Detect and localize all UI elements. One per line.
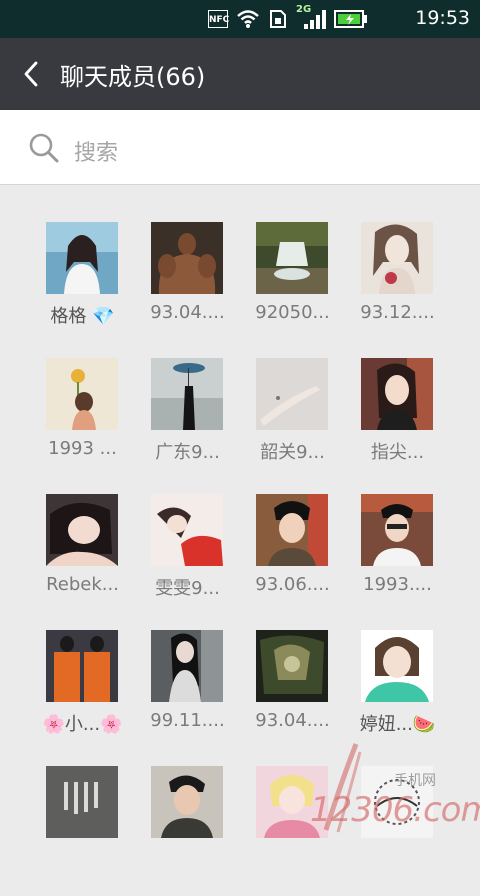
member-item[interactable]: 93.06.... bbox=[240, 494, 345, 624]
member-name: 93.12.... bbox=[360, 302, 435, 323]
member-name: 93.06.... bbox=[255, 574, 330, 595]
sim-icon bbox=[270, 10, 286, 28]
avatar[interactable] bbox=[256, 358, 328, 430]
member-item[interactable]: 雯雯9... bbox=[135, 494, 240, 624]
page-title: 聊天成员(66) bbox=[60, 63, 206, 91]
search-icon bbox=[29, 133, 59, 163]
wifi-icon bbox=[237, 10, 259, 28]
member-item[interactable]: Rebek... bbox=[30, 494, 135, 624]
avatar[interactable] bbox=[361, 494, 433, 566]
status-bar: NFC 2G 19:53 bbox=[0, 0, 480, 38]
app-bar: 聊天成员(66) bbox=[0, 38, 480, 110]
avatar[interactable] bbox=[46, 766, 118, 838]
member-item[interactable]: 指尖... bbox=[345, 358, 450, 488]
member-name: 🌸小...🌸 bbox=[42, 714, 123, 735]
member-name: 1993.... bbox=[363, 574, 432, 595]
member-item[interactable] bbox=[30, 766, 135, 896]
member-name: 指尖... bbox=[370, 442, 425, 463]
member-item[interactable]: 格格 💎 bbox=[30, 222, 135, 352]
avatar[interactable] bbox=[256, 494, 328, 566]
avatar[interactable] bbox=[256, 766, 328, 838]
member-item[interactable] bbox=[240, 766, 345, 896]
avatar[interactable] bbox=[361, 766, 433, 838]
member-item[interactable]: 92050... bbox=[240, 222, 345, 352]
member-name: 93.04.... bbox=[150, 302, 225, 323]
member-item[interactable]: 1993.... bbox=[345, 494, 450, 624]
avatar[interactable] bbox=[151, 494, 223, 566]
member-grid: 格格 💎 93.04.... 92050... 93.12.... 1993 .… bbox=[0, 185, 480, 854]
member-item[interactable]: 93.04.... bbox=[135, 222, 240, 352]
search-input[interactable]: 搜索 bbox=[74, 135, 118, 167]
member-item[interactable]: 93.12.... bbox=[345, 222, 450, 352]
avatar[interactable] bbox=[151, 358, 223, 430]
member-name: 92050... bbox=[255, 302, 330, 323]
avatar[interactable] bbox=[361, 630, 433, 702]
avatar[interactable] bbox=[151, 630, 223, 702]
member-name: 韶关9... bbox=[260, 442, 325, 463]
member-item[interactable] bbox=[345, 766, 450, 896]
avatar[interactable] bbox=[46, 494, 118, 566]
nfc-icon: NFC bbox=[208, 10, 229, 28]
member-item[interactable]: 99.11.... bbox=[135, 630, 240, 760]
status-icons: NFC 2G bbox=[208, 4, 368, 30]
member-name: 广东9... bbox=[155, 442, 220, 463]
avatar[interactable] bbox=[256, 222, 328, 294]
member-name: Rebek... bbox=[46, 574, 119, 595]
search-bar[interactable]: 搜索 bbox=[0, 110, 480, 185]
signal-icon: 2G bbox=[296, 4, 326, 30]
member-name: 雯雯9... bbox=[155, 578, 220, 599]
member-name: 93.04.... bbox=[255, 710, 330, 731]
member-item[interactable]: 1993 ... bbox=[30, 358, 135, 488]
chevron-left-icon[interactable] bbox=[18, 60, 46, 88]
avatar[interactable] bbox=[46, 358, 118, 430]
member-item[interactable]: 韶关9... bbox=[240, 358, 345, 488]
avatar[interactable] bbox=[151, 222, 223, 294]
member-name: 格格 💎 bbox=[50, 306, 115, 327]
member-item[interactable]: 93.04.... bbox=[240, 630, 345, 760]
avatar[interactable] bbox=[256, 630, 328, 702]
member-name: 99.11.... bbox=[150, 710, 225, 731]
member-item[interactable]: 🌸小...🌸 bbox=[30, 630, 135, 760]
member-item[interactable]: 广东9... bbox=[135, 358, 240, 488]
avatar[interactable] bbox=[151, 766, 223, 838]
member-name: 婷妞...🍉 bbox=[359, 714, 436, 735]
avatar[interactable] bbox=[361, 222, 433, 294]
member-name: 1993 ... bbox=[48, 438, 117, 459]
member-item[interactable] bbox=[135, 766, 240, 896]
avatar[interactable] bbox=[46, 222, 118, 294]
avatar[interactable] bbox=[361, 358, 433, 430]
avatar[interactable] bbox=[46, 630, 118, 702]
battery-icon bbox=[334, 10, 367, 28]
status-time: 19:53 bbox=[415, 7, 470, 29]
member-item[interactable]: 婷妞...🍉 bbox=[345, 630, 450, 760]
